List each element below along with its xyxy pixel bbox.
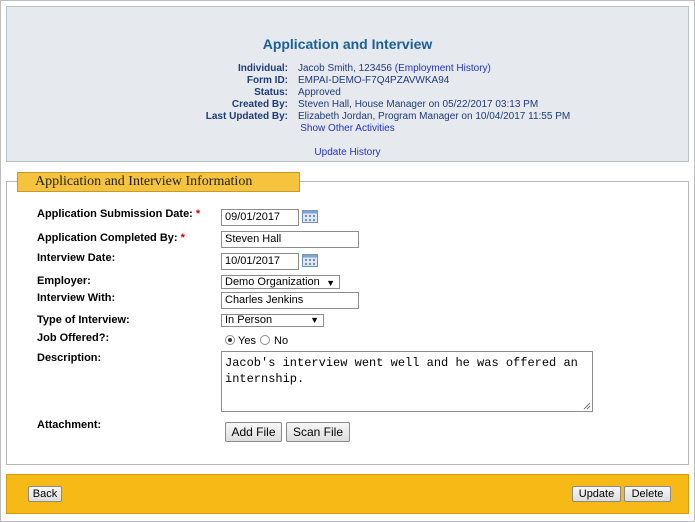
- employer-select[interactable]: Demo Organization ▼: [221, 275, 340, 289]
- description-text: Jacob's interview went well and he was o…: [225, 356, 578, 386]
- interview-with-label: Interview With:: [37, 292, 116, 304]
- interview-date-input[interactable]: 10/01/2017: [221, 253, 299, 270]
- calendar-icon[interactable]: [302, 209, 318, 223]
- update-button[interactable]: Update: [572, 486, 621, 502]
- chevron-down-icon: ▼: [310, 315, 319, 325]
- description-label: Description:: [37, 352, 102, 364]
- job-offered-no-radio[interactable]: [260, 335, 270, 345]
- attachment-label: Attachment:: [37, 419, 102, 431]
- page-title: Application and Interview: [262, 36, 433, 52]
- interview-type-selected-value: In Person: [225, 314, 273, 326]
- employer-selected-value: Demo Organization: [225, 276, 320, 288]
- job-offered-label: Job Offered?:: [37, 332, 110, 344]
- interview-date-label: Interview Date:: [37, 252, 116, 264]
- employer-label: Employer:: [37, 275, 91, 287]
- show-activities-row: Show Other Activities: [7, 122, 688, 135]
- interview-with-input[interactable]: Charles Jenkins: [221, 292, 359, 309]
- update-history-row: Update History: [7, 146, 688, 159]
- calendar-icon[interactable]: [302, 253, 318, 267]
- completed-by-label-text: Application Completed By:: [37, 232, 178, 244]
- scan-file-button[interactable]: Scan File: [286, 422, 350, 442]
- record-summary-panel: Application and Interview Individual: Ja…: [6, 6, 689, 162]
- submission-date-input[interactable]: 09/01/2017: [221, 209, 299, 226]
- description-textarea[interactable]: Jacob's interview went well and he was o…: [221, 351, 593, 412]
- individual-name: Jacob Smith, 123456: [298, 63, 392, 74]
- submission-date-label: Application Submission Date: *: [37, 208, 200, 220]
- section-title: Application and Interview Information: [17, 172, 300, 192]
- show-other-activities-link[interactable]: Show Other Activities: [300, 123, 394, 134]
- back-button[interactable]: Back: [28, 486, 62, 502]
- delete-button[interactable]: Delete: [624, 486, 671, 502]
- add-file-button[interactable]: Add File: [225, 422, 282, 442]
- interview-type-label: Type of Interview:: [37, 314, 130, 326]
- update-history-link[interactable]: Update History: [314, 147, 380, 158]
- completed-by-input[interactable]: Steven Hall: [221, 231, 359, 248]
- chevron-down-icon: ▼: [326, 278, 335, 288]
- job-offered-yes-label: Yes: [238, 335, 256, 347]
- required-marker: *: [180, 232, 185, 244]
- employment-history-link[interactable]: (Employment History): [395, 63, 491, 74]
- resize-grip-icon[interactable]: [583, 402, 591, 410]
- interview-type-select[interactable]: In Person ▼: [221, 314, 324, 327]
- required-marker: *: [195, 208, 201, 220]
- completed-by-label: Application Completed By: *: [37, 232, 185, 244]
- job-offered-yes-radio[interactable]: [225, 335, 235, 345]
- submission-date-label-text: Application Submission Date:: [37, 208, 193, 220]
- job-offered-no-label: No: [274, 335, 289, 347]
